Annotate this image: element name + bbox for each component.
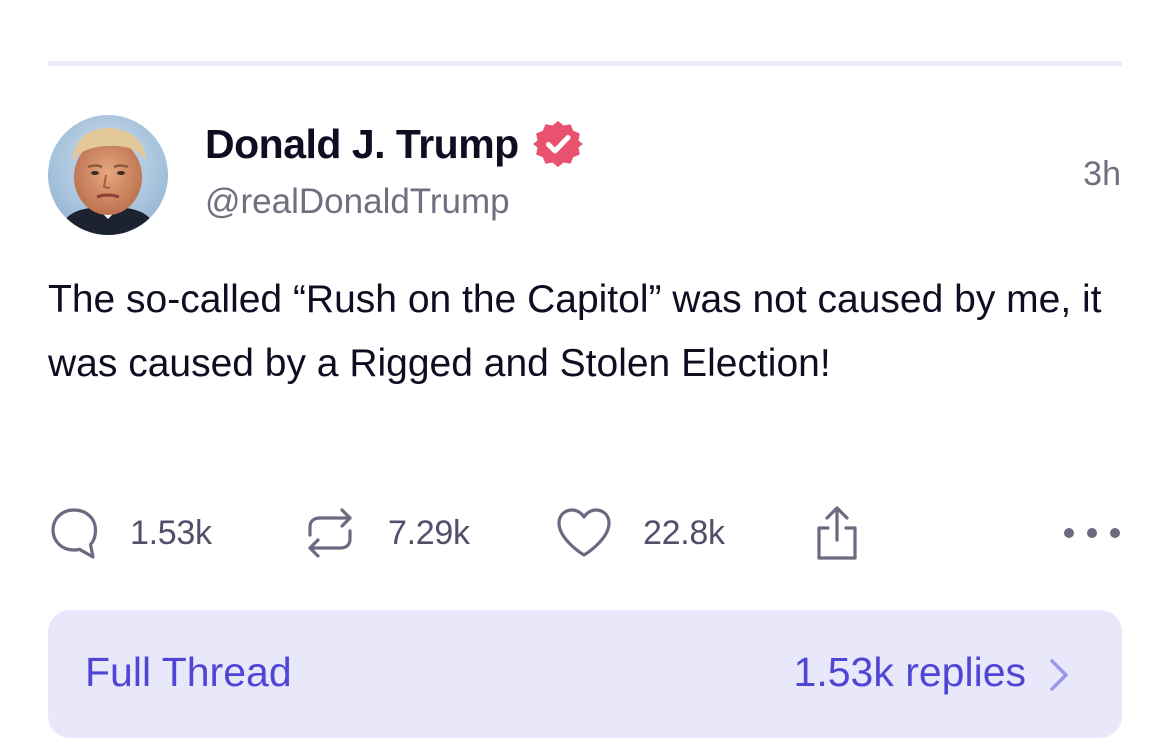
post-timestamp: 3h (1083, 155, 1121, 193)
repost-icon (308, 508, 352, 558)
full-thread-label: Full Thread (85, 649, 292, 695)
verified-badge-icon (532, 119, 583, 169)
chevron-right-icon (1050, 659, 1068, 691)
more-options-button[interactable] (1062, 502, 1122, 564)
share-button[interactable] (814, 502, 860, 564)
action-bar: 1.53k 7.29k 22.8k (48, 502, 1122, 564)
repost-button[interactable]: 7.29k (302, 502, 470, 564)
more-options-icon (1064, 528, 1120, 538)
repost-count: 7.29k (388, 513, 470, 552)
heart-icon (557, 508, 611, 557)
avatar[interactable] (48, 115, 168, 235)
author-display-name[interactable]: Donald J. Trump (205, 121, 519, 168)
avatar-image (48, 115, 168, 235)
author-row: Donald J. Trump (205, 118, 583, 170)
share-icon (817, 506, 857, 560)
like-count: 22.8k (643, 513, 725, 552)
reply-count: 1.53k (130, 513, 212, 552)
author-handle[interactable]: @realDonaldTrump (205, 182, 510, 222)
reply-button[interactable]: 1.53k (48, 502, 212, 564)
full-thread-button[interactable]: Full Thread 1.53k replies (48, 610, 1122, 738)
like-button[interactable]: 22.8k (555, 502, 725, 564)
thread-replies-count: 1.53k replies (793, 649, 1026, 695)
top-divider (48, 61, 1122, 66)
reply-icon (51, 508, 98, 559)
post-text: The so-called “Rush on the Capitol” was … (48, 278, 1102, 385)
